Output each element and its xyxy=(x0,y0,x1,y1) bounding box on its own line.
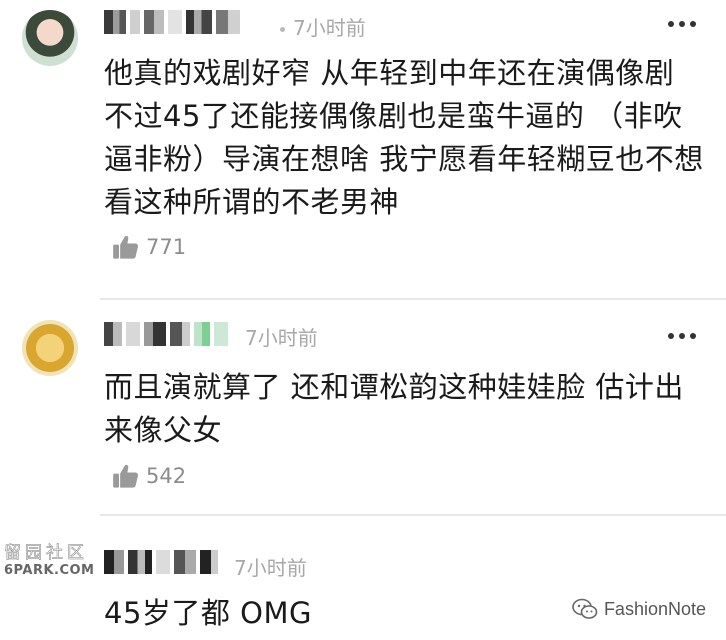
watermark-label: FashionNote xyxy=(603,598,706,619)
comment-time: 7小时前 xyxy=(245,326,318,350)
avatar[interactable] xyxy=(22,320,78,376)
like-button[interactable]: 542 xyxy=(112,462,186,490)
wechat-icon xyxy=(572,598,598,619)
comment-item: 7小时前 45岁了都 OMG xyxy=(0,516,726,640)
thumbs-up-icon xyxy=(113,235,139,259)
watermark-top-text: 留园社区 xyxy=(4,543,88,564)
like-button[interactable]: 771 xyxy=(112,233,186,261)
like-count: 771 xyxy=(146,235,187,259)
thumbs-up-icon xyxy=(113,464,139,488)
more-options-button[interactable] xyxy=(668,21,696,27)
more-dots-icon xyxy=(668,333,674,339)
more-dots-icon xyxy=(668,21,674,27)
username-pixelated[interactable] xyxy=(104,548,218,576)
comment-item: 7小时前 而且演就算了 还和谭松韵这种娃娃脸 估计出来像父女 542 xyxy=(0,300,726,514)
more-options-button[interactable] xyxy=(668,333,696,339)
comment-time: 7小时前 xyxy=(280,12,366,41)
comment-time: 7小时前 xyxy=(234,556,307,580)
comment-item: 7小时前 他真的戏剧好窄 从年轻到中年还在演偶像剧 不过45了还能接偶像剧也是蛮… xyxy=(0,0,726,298)
comment-text: 而且演就算了 还和谭松韵这种娃娃脸 估计出来像父女 xyxy=(104,370,684,447)
watermark-bottom-text: 6PARK.COM xyxy=(4,563,95,578)
comment-text: 他真的戏剧好窄 从年轻到中年还在演偶像剧 不过45了还能接偶像剧也是蛮牛逼的 （… xyxy=(104,56,704,219)
avatar[interactable] xyxy=(22,10,78,66)
watermark-fashionnote: FashionNote xyxy=(572,598,706,620)
watermark-6park: 留园社区 6PARK.COM xyxy=(4,538,96,578)
username-pixelated[interactable] xyxy=(104,320,228,348)
like-count: 542 xyxy=(146,464,187,488)
username-pixelated[interactable] xyxy=(104,8,240,36)
